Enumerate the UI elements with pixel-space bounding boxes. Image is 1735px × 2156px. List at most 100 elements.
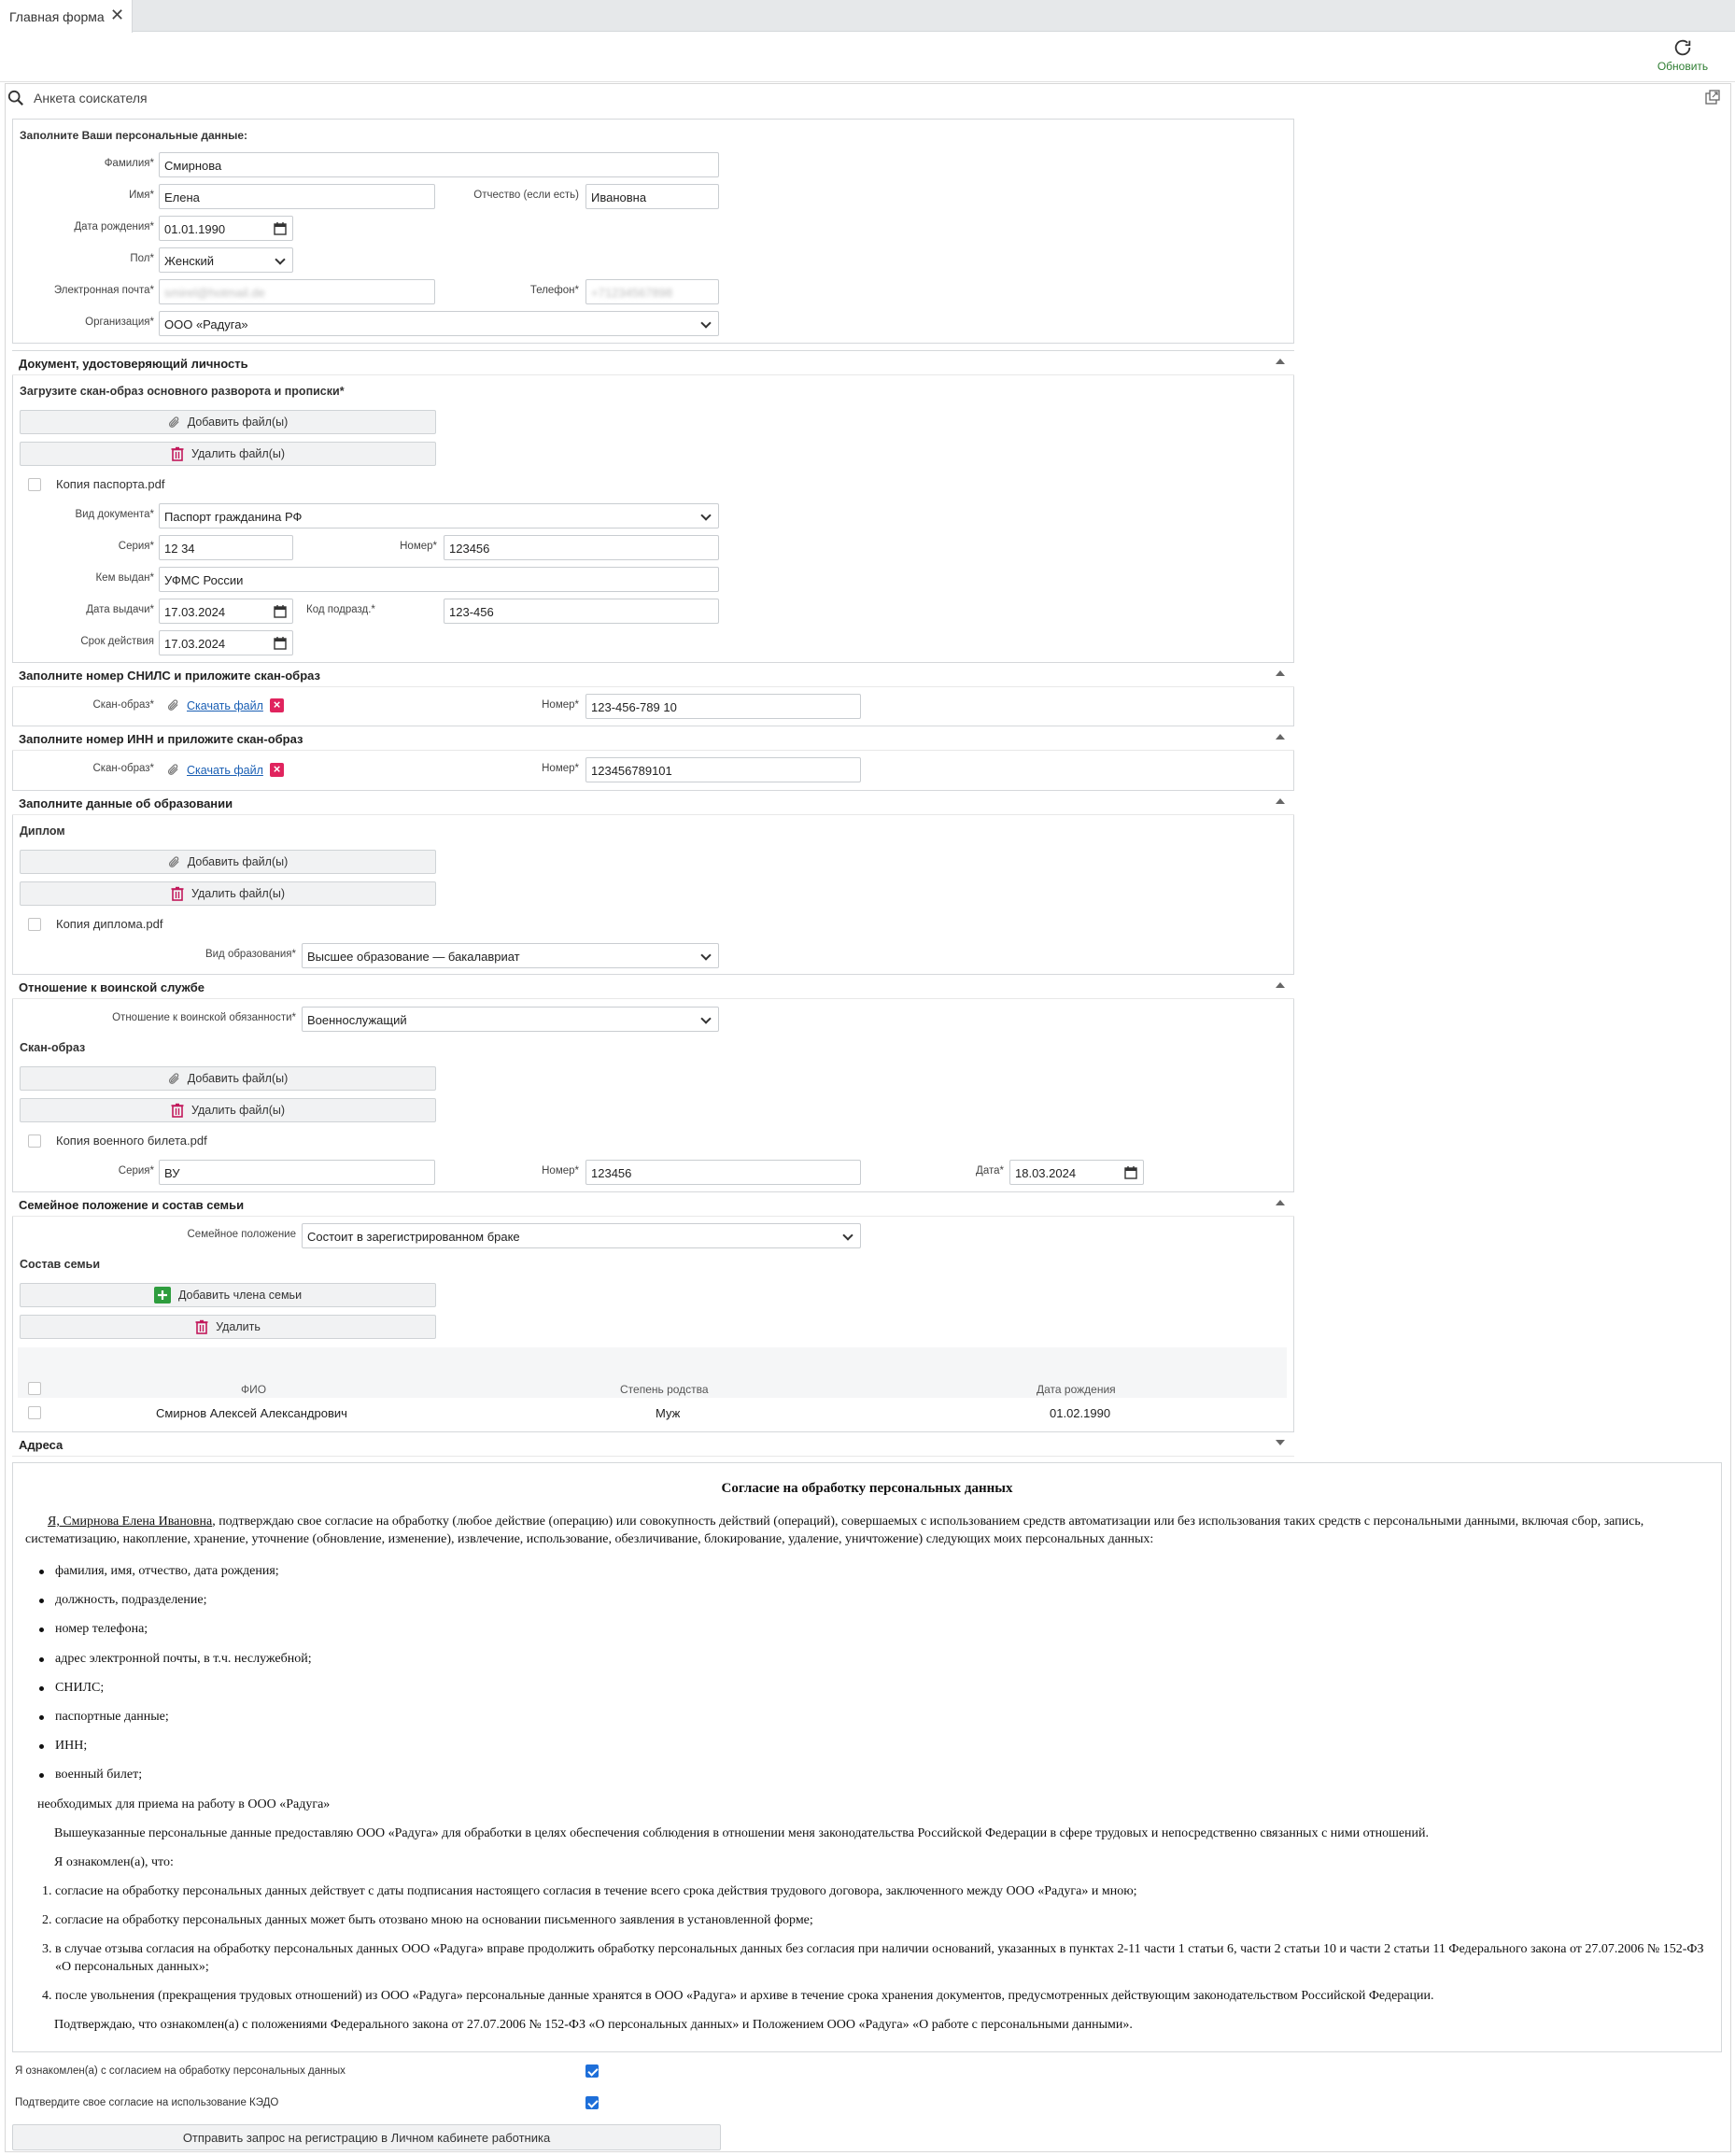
calendar-icon[interactable] [274,637,287,650]
delete-files-button[interactable]: Удалить файл(ы) [20,881,436,906]
law-link[interactable]: пунктах 2-11 части 1 статьи 6 [1069,1942,1234,1956]
inn-download-link[interactable]: Скачать файл [187,764,263,777]
calendar-icon[interactable] [274,222,287,235]
law-link[interactable]: части 2 [1240,1942,1281,1956]
submit-registration-button[interactable]: Отправить запрос на регистрацию в Личном… [12,2124,721,2150]
military-number-label: Номер* [542,1165,579,1177]
org-select[interactable]: ООО «Радуга» [159,311,719,336]
chevron-up-icon[interactable] [1276,359,1285,364]
last-name-field[interactable]: Смирнова [159,152,719,177]
issue-date-field[interactable]: 17.03.2024 [159,599,293,624]
series-field[interactable]: 12 34 [159,535,293,560]
row-checkbox[interactable] [28,1406,41,1419]
add-files-label: Добавить файл(ы) [187,855,289,868]
phone-field[interactable]: +71234567898 [585,279,719,304]
snils-title: Заполните номер СНИЛС и приложите скан-о… [19,669,320,683]
table-cell: Смирнов Алексей Александрович [156,1406,347,1420]
chevron-up-icon[interactable] [1276,798,1285,804]
chevron-down-icon[interactable] [1276,1440,1285,1445]
military-number-field[interactable]: 123456 [585,1160,861,1185]
birth-date-value: 01.01.1990 [164,222,226,236]
law-link[interactable]: части 2 статьи 11 [1350,1942,1446,1956]
family-header[interactable]: Семейное положение и состав семьи [12,1191,1294,1217]
expand-icon[interactable] [1705,90,1720,105]
tab-main-form[interactable]: Главная форма ✕ [0,0,133,33]
military-relation-select[interactable]: Военнослужащий [302,1007,719,1032]
birth-date-field[interactable]: 01.01.1990 [159,216,293,241]
consent-item: паспортные данные; [39,1710,169,1724]
add-family-member-button[interactable]: Добавить члена семьи [20,1283,436,1307]
consent-n3-text: в случае отзыва согласия на обработку пе… [55,1942,1069,1956]
calendar-icon[interactable] [1124,1166,1137,1179]
inn-header[interactable]: Заполните номер ИНН и приложите скан-обр… [12,726,1294,751]
first-name-label: Имя* [129,190,154,201]
file-checkbox[interactable] [28,918,41,931]
inn-number-field[interactable]: 123456789101 [585,757,861,782]
snils-remove-icon[interactable]: × [270,698,284,712]
gender-select[interactable]: Женский [159,247,293,273]
column-header[interactable]: Степень родства [620,1383,709,1396]
consent-item: адрес электронной почты, в т.ч. неслужеб… [39,1652,312,1666]
close-icon[interactable]: ✕ [110,6,124,25]
military-header[interactable]: Отношение к воинской службе [12,974,1294,999]
snils-header[interactable]: Заполните номер СНИЛС и приложите скан-о… [12,662,1294,687]
snils-scan-label: Скан-образ* [92,699,154,711]
snils-number-field[interactable]: 123-456-789 10 [585,694,861,719]
patronymic-field[interactable]: Ивановна [585,184,719,209]
add-family-member-label: Добавить члена семьи [177,1289,303,1302]
email-field[interactable]: smirel@hotmail.de [159,279,435,304]
chevron-down-icon [700,1013,712,1024]
consent-paragraph-2: Вышеуказанные персональные данные предос… [54,1826,1430,1840]
table-cell: Муж [656,1406,681,1420]
consent-item: номер телефона; [38,1622,148,1636]
add-files-button[interactable]: Добавить файл(ы) [20,410,436,434]
chevron-up-icon[interactable] [1276,1200,1285,1205]
paperclip-icon [168,1072,179,1084]
email-label: Электронная почта* [53,285,154,296]
calendar-icon[interactable] [274,605,287,618]
chevron-up-icon[interactable] [1276,734,1285,740]
military-series-field[interactable]: ВУ [159,1160,435,1185]
email-value: smirel@hotmail.de [164,286,265,300]
military-date-field[interactable]: 18.03.2024 [1009,1160,1144,1185]
consent-final: Подтверждаю, что ознакомлен(а) с положен… [54,2018,1133,2032]
file-checkbox[interactable] [28,478,41,491]
education-type-select[interactable]: Высшее образование — бакалавриат [302,943,719,968]
code-field[interactable]: 123-456 [444,599,719,624]
inn-title: Заполните номер ИНН и приложите скан-обр… [19,732,303,746]
column-header[interactable]: Дата рождения [1037,1383,1116,1396]
snils-download-link[interactable]: Скачать файл [187,699,263,712]
education-title: Заполните данные об образовании [19,796,233,810]
delete-files-button[interactable]: Удалить файл(ы) [20,442,436,466]
doc-type-select[interactable]: Паспорт гражданина РФ [159,503,719,528]
select-all-checkbox[interactable] [28,1382,41,1395]
issue-date-value: 17.03.2024 [164,605,226,619]
id-document-header[interactable]: Документ, удостоверяющий личность [12,350,1294,375]
delete-member-button[interactable]: Удалить [20,1315,436,1339]
add-files-label: Добавить файл(ы) [187,416,289,429]
military-relation-value: Военнослужащий [307,1013,407,1027]
chevron-up-icon[interactable] [1276,670,1285,676]
phone-label: Телефон* [529,285,579,296]
addresses-header[interactable]: Адреса [12,1431,1294,1457]
refresh-button[interactable]: Обновить [1655,37,1711,73]
ack-kedo-checkbox[interactable] [585,2096,599,2109]
issued-by-field[interactable]: УФМС России [159,567,719,592]
chevron-down-icon [842,1230,853,1241]
add-files-button[interactable]: Добавить файл(ы) [20,1066,436,1091]
refresh-icon [1674,39,1691,56]
delete-files-button[interactable]: Удалить файл(ы) [20,1098,436,1122]
first-name-field[interactable]: Елена [159,184,435,209]
consent-title: Согласие на обработку персональных данны… [721,1481,1013,1496]
education-header[interactable]: Заполните данные об образовании [12,790,1294,815]
chevron-up-icon[interactable] [1276,982,1285,988]
inn-remove-icon[interactable]: × [270,763,284,777]
add-files-button[interactable]: Добавить файл(ы) [20,850,436,874]
ack-consent-checkbox[interactable] [585,2064,599,2078]
number-field[interactable]: 123456 [444,535,719,560]
file-checkbox[interactable] [28,1134,41,1148]
column-header[interactable]: ФИО [241,1383,266,1396]
refresh-label: Обновить [1657,60,1709,73]
validity-field[interactable]: 17.03.2024 [159,630,293,655]
marital-status-select[interactable]: Состоит в зарегистрированном браке [302,1223,861,1248]
